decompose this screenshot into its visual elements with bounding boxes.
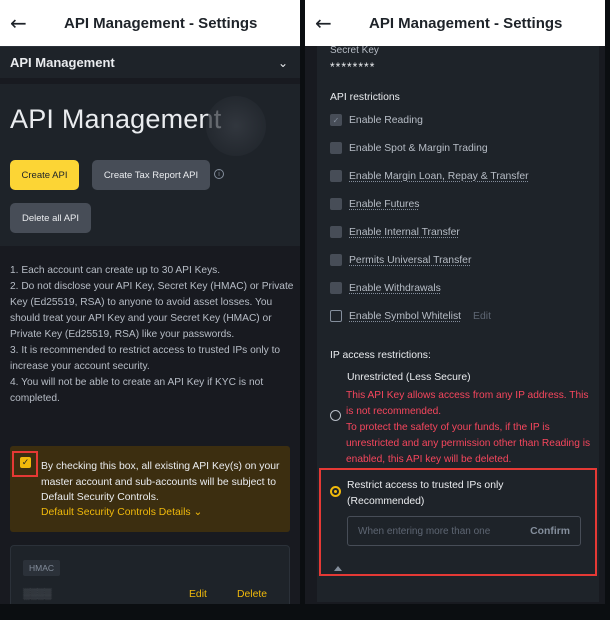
security-controls-checkbox[interactable]: ✓ [20,457,31,468]
permission-withdrawals: Enable Withdrawals [330,281,441,295]
api-key-label: ░░░░ [23,589,52,600]
delete-all-api-button[interactable]: Delete all API [10,203,91,233]
permission-label[interactable]: Enable Margin Loan, Repay & Transfer [349,171,529,182]
arrow-left-icon[interactable]: ← [315,13,351,33]
restrict-ip-radio[interactable] [330,486,341,497]
permission-spot-margin-trading: Enable Spot & Margin Trading [330,141,488,155]
permission-universal-transfer: Permits Universal Transfer [330,253,471,267]
note-item: 3. It is recommended to restrict access … [10,345,281,372]
unrestricted-radio[interactable] [330,410,341,421]
api-management-accordion[interactable]: API Management ⌄ [0,46,300,78]
permission-label[interactable]: Enable Internal Transfer [349,227,460,238]
chevron-down-icon: ⌄ [193,507,203,518]
restrict-ip-option-label[interactable]: Restrict access to trusted IPs only (Rec… [347,478,537,509]
unrestricted-warning: This API Key allows access from any IP a… [346,388,592,468]
api-notes: 1. Each account can create up to 30 API … [10,263,295,407]
top-bar: ← API Management - Settings [305,0,605,46]
collapse-caret-icon[interactable] [334,566,342,571]
permission-futures: Enable Futures [330,197,419,211]
permission-label: Enable Spot & Margin Trading [349,142,488,154]
permission-internal-transfer: Enable Internal Transfer [330,225,460,239]
permission-enable-reading: ✓ Enable Reading [330,113,423,127]
permission-label[interactable]: Enable Symbol Whitelist [349,311,461,322]
permission-label[interactable]: Permits Universal Transfer [349,255,471,266]
create-tax-report-api-button[interactable]: Create Tax Report API [92,160,210,190]
warning-text: This API Key allows access from any IP a… [346,390,591,465]
delete-key-button[interactable]: Delete [237,589,267,600]
chevron-down-icon[interactable]: ⌄ [278,56,288,70]
decorative-illustration [206,96,266,156]
checkbox [330,198,342,210]
edit-whitelist-button[interactable]: Edit [473,311,491,322]
confirm-ip-button[interactable]: Confirm [530,526,570,537]
api-key-card: HMAC ░░░░ Edit Delete [10,545,290,604]
note-item: 4. You will not be able to create an API… [10,377,264,404]
checkbox: ✓ [330,114,342,126]
checkbox[interactable] [330,310,342,322]
api-management-hero: API Management Create API Create Tax Rep… [0,84,300,246]
accordion-title: API Management [10,55,115,70]
checkbox [330,226,342,238]
note-item: 1. Each account can create up to 30 API … [10,265,221,276]
consent-text: By checking this box, all existing API K… [41,461,280,503]
checkbox [330,282,342,294]
ip-input-placeholder: When entering more than one [358,525,491,537]
permission-symbol-whitelist: Enable Symbol Whitelist Edit [330,309,491,323]
checkbox [330,170,342,182]
note-item: 2. Do not disclose your API Key, Secret … [10,281,294,340]
arrow-left-icon[interactable]: ← [10,13,46,33]
create-api-button[interactable]: Create API [10,160,79,190]
info-icon[interactable]: i [214,169,224,179]
secret-key-label: Secret Key [330,45,379,56]
secret-key-value: ******** [330,60,376,74]
left-settings-panel: ← API Management - Settings API Manageme… [0,0,300,604]
permission-label[interactable]: Enable Futures [349,199,419,210]
edit-key-button[interactable]: Edit [189,589,207,600]
security-controls-consent: ✓ By checking this box, all existing API… [10,446,290,532]
checkbox-highlight-frame: ✓ [12,451,38,477]
api-restrictions-heading: API restrictions [330,92,400,103]
right-settings-panel: ← API Management - Settings Secret Key *… [305,0,605,604]
ip-restrictions-heading: IP access restrictions: [330,350,431,361]
top-bar: ← API Management - Settings [0,0,300,46]
page-title: API Management - Settings [369,14,563,32]
checkbox [330,142,342,154]
page-title: API Management - Settings [64,14,258,32]
hero-title: API Management [10,104,222,134]
key-type-tag: HMAC [23,560,61,576]
default-security-controls-link[interactable]: Default Security Controls Details ⌄ [41,506,202,518]
checkbox [330,254,342,266]
permission-label[interactable]: Enable Withdrawals [349,283,441,294]
permission-label: Enable Reading [349,114,423,126]
permission-margin-loan: Enable Margin Loan, Repay & Transfer [330,169,529,183]
unrestricted-option-label[interactable]: Unrestricted (Less Secure) [347,372,471,383]
trusted-ip-input[interactable]: When entering more than one Confirm [347,516,581,546]
api-key-settings-card[interactable]: Secret Key ******** API restrictions ✓ E… [317,45,599,602]
